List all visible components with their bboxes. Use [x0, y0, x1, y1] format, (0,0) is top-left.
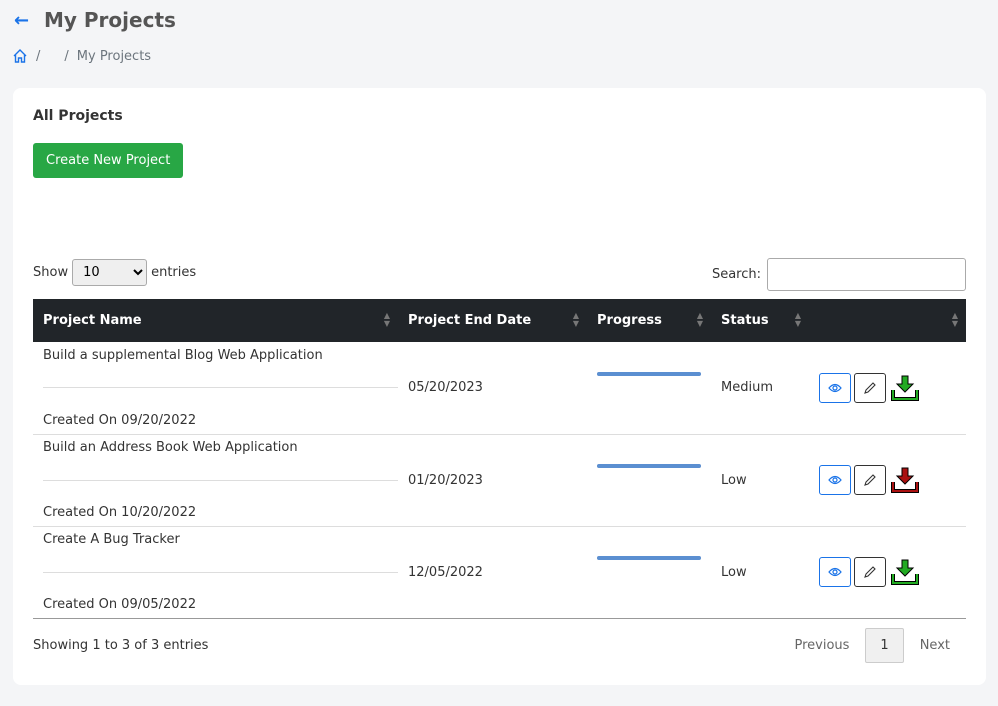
edit-button[interactable]: [854, 557, 886, 587]
sort-icon: ▲ ▼: [383, 311, 390, 328]
sort-icon: ▲ ▼: [951, 311, 958, 328]
table-row: Create A Bug Tracker Created On 09/05/202…: [33, 526, 966, 619]
breadcrumb-separator: /: [36, 48, 41, 64]
created-date: Created On 10/20/2022: [43, 505, 197, 520]
projects-table: Project Name ▲ ▼ Project End Date ▲ ▼ Progre…: [33, 299, 966, 619]
progress-bar: [597, 371, 701, 376]
breadcrumb-current: My Projects: [76, 48, 152, 64]
sort-icon: ▲ ▼: [794, 311, 801, 328]
pencil-icon: [864, 381, 876, 394]
created-date: Created On 09/05/2022: [43, 597, 197, 612]
edit-button[interactable]: [854, 372, 886, 403]
next-button[interactable]: Next: [904, 629, 966, 662]
pencil-icon: [864, 566, 876, 578]
column-header-project-name[interactable]: Project Name ▲ ▼: [33, 299, 398, 342]
download-icon[interactable]: [889, 465, 921, 495]
status: Low: [711, 526, 809, 619]
progress-cell: [587, 434, 711, 527]
project-name: Create A Bug Tracker: [43, 532, 180, 547]
eye-icon: [828, 567, 842, 577]
eye-icon: [828, 475, 842, 485]
view-button[interactable]: [819, 465, 851, 495]
project-name: Build a supplemental Blog Web Applicatio…: [43, 347, 323, 363]
table-row: Build an Address Book Web Application Cre…: [33, 434, 966, 527]
end-date: 12/05/2022: [398, 526, 587, 619]
progress-cell: [587, 526, 711, 619]
search-input[interactable]: [767, 258, 966, 291]
column-header-end-date[interactable]: Project End Date ▲ ▼: [398, 299, 587, 342]
progress-cell: [587, 342, 711, 435]
table-row: Build a supplemental Blog Web Applicatio…: [33, 342, 966, 435]
home-icon[interactable]: [12, 48, 28, 64]
breadcrumb: / / My Projects: [12, 48, 151, 64]
eye-icon: [828, 383, 842, 392]
actions-cell: [809, 526, 966, 619]
entries-select[interactable]: 10: [72, 259, 148, 286]
search-label: Search:: [711, 267, 761, 282]
arrow-left-icon[interactable]: ←: [14, 10, 44, 31]
column-header-progress[interactable]: Progress ▲ ▼: [587, 299, 711, 342]
created-date: Created On 09/20/2022: [43, 412, 197, 428]
project-name: Build an Address Book Web Application: [43, 440, 298, 455]
project-name-cell: Build an Address Book Web Application Cre…: [33, 434, 398, 527]
status: Low: [711, 434, 809, 527]
create-project-button[interactable]: Create New Project: [33, 143, 184, 178]
pagination: Previous 1 Next: [778, 628, 966, 663]
page-header: ← My Projects: [14, 8, 176, 32]
project-name-cell: Build a supplemental Blog Web Applicatio…: [33, 342, 398, 435]
actions-cell: [809, 342, 966, 435]
entries-label: entries: [151, 265, 197, 280]
page-title: My Projects: [44, 8, 176, 32]
view-button[interactable]: [819, 372, 851, 403]
download-icon[interactable]: [889, 373, 921, 403]
table-info: Showing 1 to 3 of 3 entries: [33, 638, 209, 653]
end-date: 01/20/2023: [398, 434, 587, 527]
previous-button[interactable]: Previous: [778, 629, 865, 662]
progress-bar: [597, 464, 701, 468]
view-button[interactable]: [819, 557, 851, 587]
project-name-cell: Create A Bug Tracker Created On 09/05/202…: [33, 526, 398, 619]
progress-bar: [597, 556, 701, 560]
card-title: All Projects: [33, 108, 123, 124]
sort-icon: ▲ ▼: [572, 311, 579, 328]
projects-card: All Projects Create New Project Show 10 …: [13, 88, 986, 685]
search: Search:: [712, 258, 966, 291]
show-label: Show: [33, 265, 69, 280]
column-header-status[interactable]: Status ▲ ▼: [711, 299, 809, 342]
pencil-icon: [864, 474, 876, 486]
end-date: 05/20/2023: [398, 342, 587, 435]
actions-cell: [809, 434, 966, 527]
edit-button[interactable]: [854, 465, 886, 495]
page-1-button[interactable]: 1: [865, 628, 904, 663]
sort-icon: ▲ ▼: [696, 311, 703, 328]
entries-length: Show 10 entries: [33, 259, 196, 286]
breadcrumb-separator: /: [64, 48, 69, 64]
column-header-actions[interactable]: ▲ ▼: [809, 299, 966, 342]
status: Medium: [711, 342, 809, 435]
download-icon[interactable]: [889, 557, 921, 587]
